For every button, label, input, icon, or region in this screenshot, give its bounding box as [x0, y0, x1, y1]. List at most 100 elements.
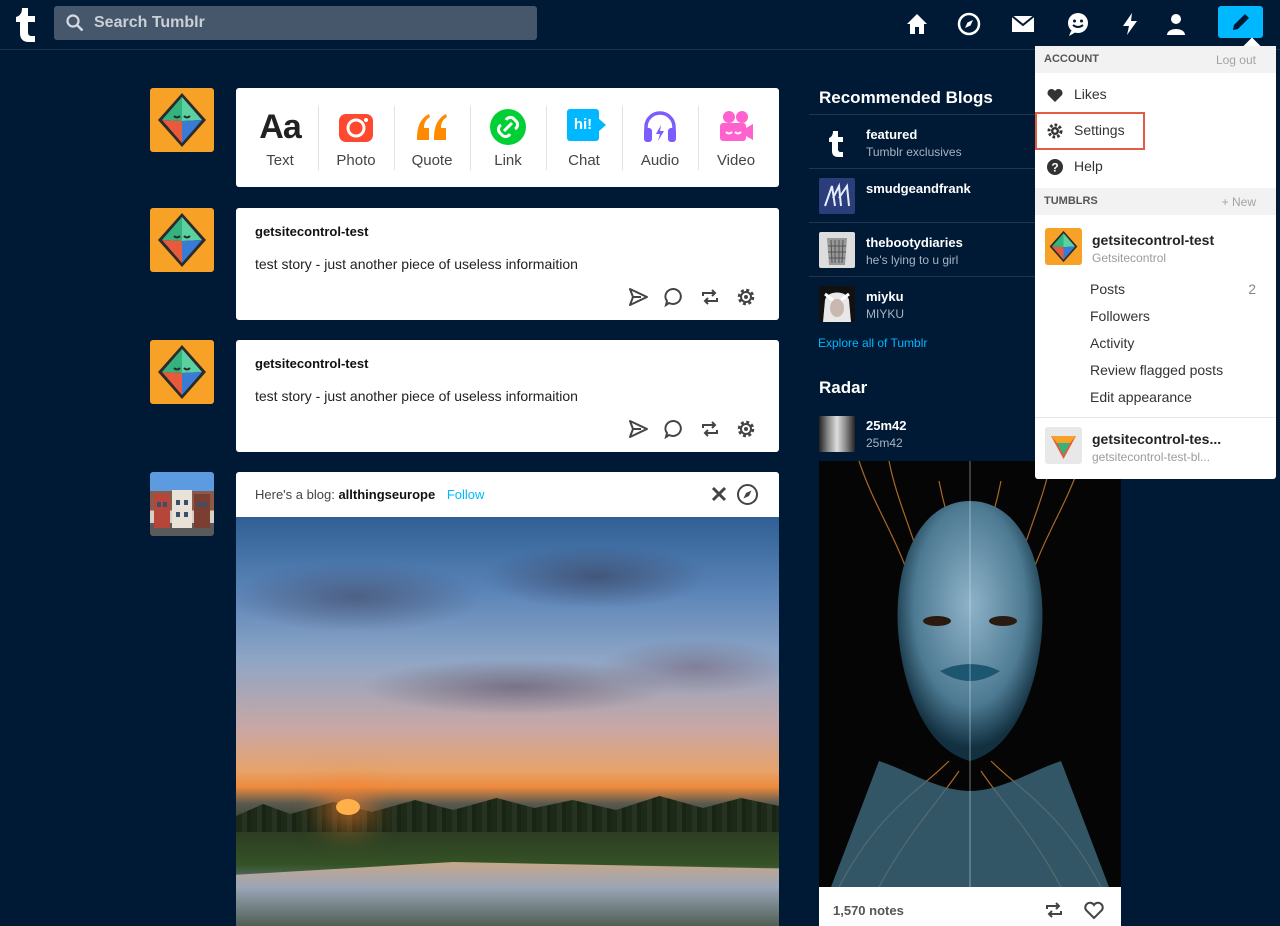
avatar [819, 232, 855, 268]
secondary-blog-url: getsitecontrol-test-bl... [1092, 450, 1211, 464]
radar-blog-sub: 25m42 [866, 436, 903, 450]
post-blog-name[interactable]: getsitecontrol-test [255, 224, 368, 239]
recommended-blog-row[interactable]: miyku MIYKU [809, 276, 1039, 330]
chat-icon[interactable] [1065, 11, 1091, 37]
pencil-icon [1233, 14, 1249, 30]
recommended-blog-row[interactable]: smudgeandfrank [809, 168, 1039, 222]
camera-icon [339, 114, 373, 142]
sun [336, 799, 360, 815]
blog-link-edit-appearance[interactable]: Edit appearance [1090, 389, 1192, 405]
avatar[interactable] [1045, 228, 1082, 265]
blog-link-label: Activity [1090, 335, 1135, 351]
photo-post-button[interactable]: Photo [318, 88, 394, 187]
recommended-blogs-title: Recommended Blogs [819, 88, 993, 107]
primary-blog-name[interactable]: getsitecontrol-test [1092, 232, 1214, 248]
posts-count: 2 [1248, 281, 1256, 297]
link-icon [490, 109, 526, 145]
sunset-photo[interactable] [236, 517, 779, 926]
top-bar: Search Tumblr [0, 0, 1280, 50]
blog-link-activity[interactable]: Activity [1090, 335, 1134, 351]
post-type-label: Text [266, 152, 294, 169]
audio-post-button[interactable]: Audio [622, 88, 698, 187]
menu-item-help[interactable]: ? Help [1035, 148, 1276, 184]
radar-footer: 1,570 notes [819, 887, 1121, 926]
reblog-icon[interactable] [1043, 899, 1065, 921]
clouds [236, 517, 779, 777]
post-card: getsitecontrol-test test story - just an… [236, 340, 779, 452]
chat-bubble-icon: hi! [567, 109, 599, 141]
recommended-blog-name: thebootydiaries [866, 235, 963, 250]
person-photo [823, 292, 851, 322]
radar-blog-name[interactable]: 25m42 [866, 418, 906, 433]
menu-item-likes[interactable]: Likes [1035, 76, 1276, 112]
notes-count[interactable]: 1,570 notes [833, 903, 904, 918]
follow-button[interactable]: Follow [447, 487, 485, 502]
account-dropdown: ACCOUNT Log out Likes Settings ? Help TU… [1035, 46, 1276, 479]
share-icon[interactable] [627, 286, 649, 308]
heart-icon[interactable] [1083, 899, 1105, 921]
reblog-icon[interactable] [699, 418, 721, 440]
gear-icon[interactable] [735, 286, 757, 308]
avatar[interactable] [150, 472, 214, 536]
blog-link-label: Edit appearance [1090, 389, 1192, 405]
secondary-blog-name[interactable]: getsitecontrol-tes... [1092, 431, 1221, 447]
compose-button[interactable] [1218, 6, 1263, 38]
avatar[interactable] [1045, 427, 1082, 464]
home-icon[interactable] [904, 11, 930, 37]
menu-item-settings[interactable]: Settings [1035, 112, 1276, 150]
account-header-label: ACCOUNT [1044, 53, 1099, 65]
gear-icon[interactable] [735, 418, 757, 440]
reply-icon[interactable] [663, 418, 685, 440]
river [236, 862, 779, 926]
avatar[interactable] [150, 340, 214, 404]
blog-link-followers[interactable]: Followers [1090, 308, 1150, 324]
new-blog-link[interactable]: + New [1222, 195, 1256, 209]
video-post-button[interactable]: Video [698, 88, 774, 187]
chat-post-button[interactable]: hi! Chat [546, 88, 622, 187]
blog-logo-icon [824, 182, 850, 207]
reblog-icon[interactable] [699, 286, 721, 308]
explore-icon[interactable] [736, 483, 759, 506]
radar-image[interactable] [819, 461, 1121, 887]
gear-icon [1047, 123, 1063, 139]
recommended-blog-name: featured [866, 127, 918, 142]
account-header: ACCOUNT Log out [1035, 46, 1276, 73]
blog-suggestion-header: Here's a blog: allthingseurope Follow [255, 487, 484, 502]
post-type-label: Link [494, 152, 522, 169]
tumblr-logo[interactable] [14, 5, 40, 43]
blog-link-label: Followers [1090, 308, 1150, 324]
text-post-button[interactable]: Aa Text [242, 88, 318, 187]
help-icon: ? [1047, 159, 1063, 175]
suggested-blog-name[interactable]: allthingseurope [338, 487, 435, 502]
avatar[interactable] [150, 208, 214, 272]
tumblrs-header: TUMBLRS + New [1035, 188, 1276, 215]
post-type-label: Video [716, 152, 756, 169]
close-icon[interactable] [710, 485, 728, 503]
blog-link-review-flagged[interactable]: Review flagged posts [1090, 362, 1223, 378]
blog-link-posts[interactable]: Posts [1090, 281, 1125, 297]
blog-link-label: Posts [1090, 281, 1126, 297]
face-artwork [819, 461, 1121, 887]
search-icon [66, 14, 84, 32]
video-camera-icon [720, 111, 753, 141]
logout-link[interactable]: Log out [1216, 53, 1256, 67]
link-post-button[interactable]: Link [470, 88, 546, 187]
primary-blog-title: Getsitecontrol [1092, 251, 1167, 265]
activity-icon[interactable] [1117, 11, 1143, 37]
recommended-blog-row[interactable]: featured Tumblr exclusives [809, 114, 1039, 168]
search-input[interactable]: Search Tumblr [54, 6, 537, 40]
radar-title: Radar [819, 378, 868, 397]
post-blog-name[interactable]: getsitecontrol-test [255, 356, 368, 371]
explore-link[interactable]: Explore all of Tumblr [818, 336, 927, 350]
messages-icon[interactable] [1010, 11, 1036, 37]
avatar[interactable] [819, 416, 855, 452]
quote-post-button[interactable]: Quote [394, 88, 470, 187]
recommended-blog-row[interactable]: thebootydiaries he's lying to u girl [809, 222, 1039, 276]
reply-icon[interactable] [663, 286, 685, 308]
recommended-blog-sub: Tumblr exclusives [866, 145, 962, 159]
explore-icon[interactable] [956, 11, 982, 37]
share-icon[interactable] [627, 418, 649, 440]
avatar[interactable] [150, 88, 214, 152]
account-icon[interactable] [1163, 11, 1189, 37]
post-body: test story - just another piece of usele… [255, 388, 578, 404]
